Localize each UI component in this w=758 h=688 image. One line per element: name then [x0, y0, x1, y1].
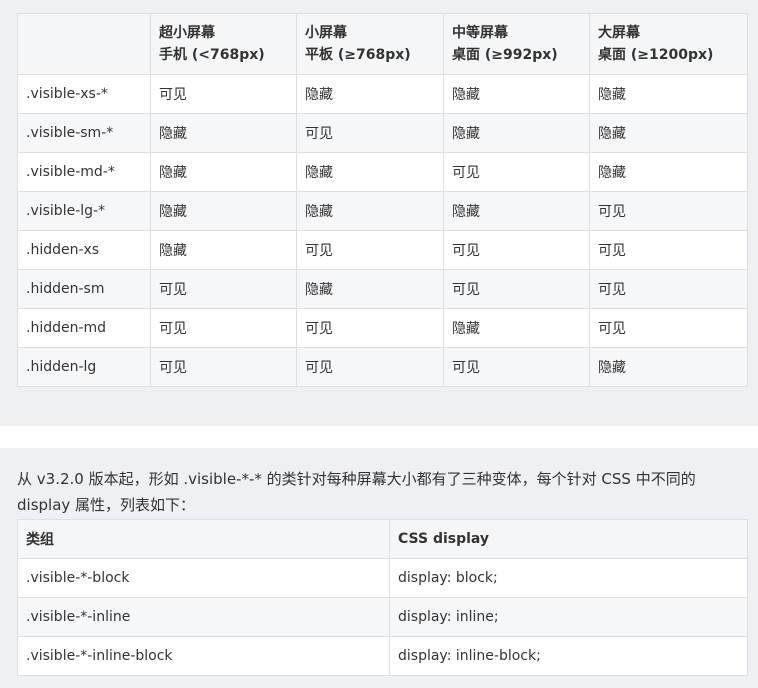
class-name-cell: .hidden-sm: [17, 269, 151, 309]
css-display-cell: display: block;: [389, 558, 748, 598]
visibility-cell: 隐藏: [296, 191, 444, 231]
visibility-cell: 隐藏: [296, 74, 444, 114]
class-group-cell: .visible-*-inline-block: [17, 636, 390, 676]
header-class-group: 类组: [17, 519, 390, 559]
visibility-table: 超小屏幕 手机 (<768px) 小屏幕 平板 (≥768px) 中等屏幕 桌面 (≥…: [17, 13, 748, 387]
visibility-table-header-row: 超小屏幕 手机 (<768px) 小屏幕 平板 (≥768px) 中等屏幕 桌面 (≥…: [17, 13, 748, 75]
visibility-cell: 可见: [589, 269, 748, 309]
header-css-display: CSS display: [389, 519, 748, 559]
visibility-cell: 可见: [296, 230, 444, 270]
visibility-cell: 可见: [296, 308, 444, 348]
visibility-cell: 隐藏: [589, 74, 748, 114]
visibility-cell: 可见: [589, 230, 748, 270]
table-row: .visible-lg-* 隐藏 隐藏 隐藏 可见: [17, 191, 748, 231]
visibility-cell: 隐藏: [296, 269, 444, 309]
visibility-cell: 隐藏: [296, 152, 444, 192]
display-class-table: 类组 CSS display .visible-*-block display:…: [17, 519, 748, 676]
visibility-cell: 可见: [443, 269, 590, 309]
visibility-cell: 可见: [150, 74, 297, 114]
visibility-cell: 隐藏: [589, 347, 748, 387]
visibility-cell: 可见: [150, 269, 297, 309]
table-row: .hidden-md 可见 可见 隐藏 可见: [17, 308, 748, 348]
visibility-cell: 可见: [296, 347, 444, 387]
table-row: .visible-*-block display: block;: [17, 558, 748, 598]
class-name-cell: .visible-md-*: [17, 152, 151, 192]
visibility-cell: 隐藏: [443, 113, 590, 153]
class-group-cell: .visible-*-inline: [17, 597, 390, 637]
class-name-cell: .hidden-md: [17, 308, 151, 348]
table-row: .visible-xs-* 可见 隐藏 隐藏 隐藏: [17, 74, 748, 114]
css-display-cell: display: inline-block;: [389, 636, 748, 676]
visibility-cell: 隐藏: [443, 308, 590, 348]
table-row: .hidden-lg 可见 可见 可见 隐藏: [17, 347, 748, 387]
class-name-cell: .visible-xs-*: [17, 74, 151, 114]
class-name-cell: .visible-sm-*: [17, 113, 151, 153]
header-md: 中等屏幕 桌面 (≥992px): [443, 13, 590, 75]
class-name-cell: .visible-lg-*: [17, 191, 151, 231]
class-name-cell: .hidden-lg: [17, 347, 151, 387]
intro-paragraph: 从 v3.2.0 版本起，形如 .visible-*-* 的类针对每种屏幕大小都…: [17, 470, 696, 514]
visibility-cell: 隐藏: [150, 113, 297, 153]
visibility-cell: 可见: [150, 347, 297, 387]
header-xs: 超小屏幕 手机 (<768px): [150, 13, 297, 75]
visibility-cell: 可见: [443, 347, 590, 387]
css-display-cell: display: inline;: [389, 597, 748, 637]
table-row: .hidden-sm 可见 隐藏 可见 可见: [17, 269, 748, 309]
visibility-cell: 隐藏: [443, 191, 590, 231]
table-row: .visible-*-inline display: inline;: [17, 597, 748, 637]
class-group-cell: .visible-*-block: [17, 558, 390, 598]
visibility-cell: 可见: [150, 308, 297, 348]
visibility-cell: 可见: [443, 230, 590, 270]
visibility-cell: 可见: [589, 191, 748, 231]
display-class-header-row: 类组 CSS display: [17, 519, 748, 559]
table-row: .visible-*-inline-block display: inline-…: [17, 636, 748, 676]
visibility-cell: 可见: [296, 113, 444, 153]
visibility-cell: 隐藏: [589, 152, 748, 192]
class-name-cell: .hidden-xs: [17, 230, 151, 270]
visibility-cell: 隐藏: [150, 230, 297, 270]
visibility-cell: 隐藏: [443, 74, 590, 114]
visibility-cell: 隐藏: [150, 191, 297, 231]
visibility-cell: 可见: [589, 308, 748, 348]
table-row: .hidden-xs 隐藏 可见 可见 可见: [17, 230, 748, 270]
table-row: .visible-md-* 隐藏 隐藏 可见 隐藏: [17, 152, 748, 192]
visibility-cell: 隐藏: [589, 113, 748, 153]
table-row: .visible-sm-* 隐藏 可见 隐藏 隐藏: [17, 113, 748, 153]
header-lg: 大屏幕 桌面 (≥1200px): [589, 13, 748, 75]
visibility-cell: 隐藏: [150, 152, 297, 192]
visibility-cell: 可见: [443, 152, 590, 192]
header-blank: [17, 13, 151, 75]
header-sm: 小屏幕 平板 (≥768px): [296, 13, 444, 75]
